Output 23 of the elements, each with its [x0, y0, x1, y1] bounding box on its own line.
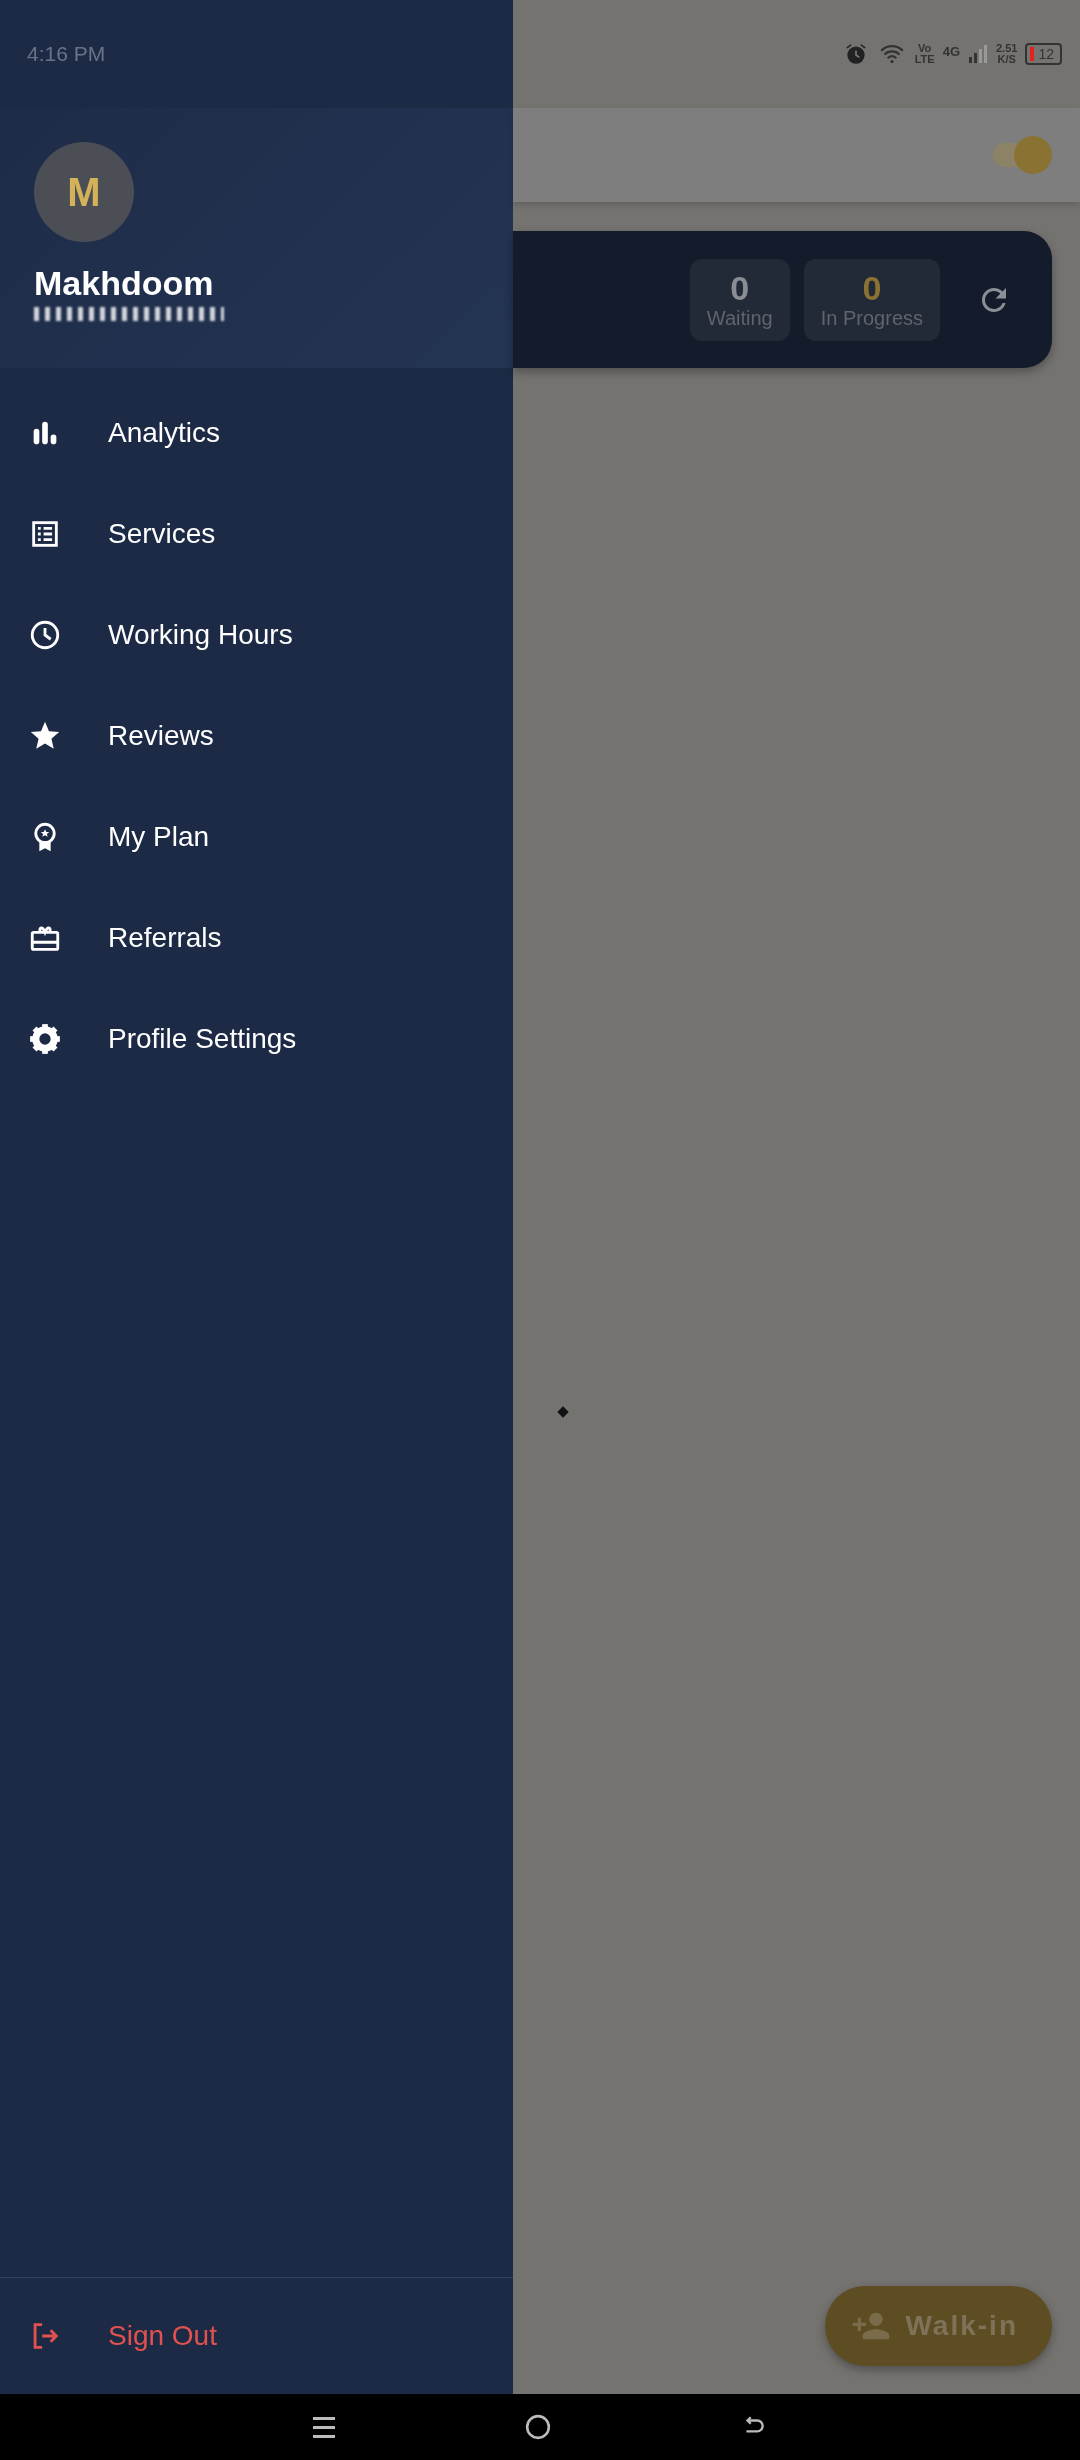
drawer-menu-item[interactable]: Analytics: [0, 382, 513, 483]
drawer-menu-item[interactable]: Reviews: [0, 685, 513, 786]
drawer-menu-item[interactable]: Working Hours: [0, 584, 513, 685]
network-speed: 2.51 K/S: [996, 43, 1018, 65]
dot-mark: [557, 1406, 569, 1418]
status-time: 4:16 PM: [27, 42, 106, 66]
stat-label: In Progress: [820, 307, 923, 330]
drawer-menu-item[interactable]: My Plan: [0, 786, 513, 887]
volte-indicator: Vo LTE: [914, 43, 935, 65]
signal-icon: [968, 43, 988, 65]
stat-label: Waiting: [706, 307, 773, 330]
menu-icon[interactable]: [313, 2416, 335, 2438]
network-type: 4G: [942, 44, 960, 59]
drawer-menu-item[interactable]: Profile Settings: [0, 988, 513, 1089]
stat-value: 0: [862, 269, 882, 307]
battery-indicator: 12: [1025, 43, 1062, 65]
drawer-menu-item[interactable]: Services: [0, 483, 513, 584]
settings-icon: [28, 1021, 62, 1056]
avatar: M: [34, 142, 134, 242]
home-icon[interactable]: [525, 2414, 551, 2440]
stat-value: 0: [730, 269, 750, 307]
user-name: Makhdoom: [34, 264, 214, 303]
drawer-menu-item[interactable]: Referrals: [0, 887, 513, 988]
